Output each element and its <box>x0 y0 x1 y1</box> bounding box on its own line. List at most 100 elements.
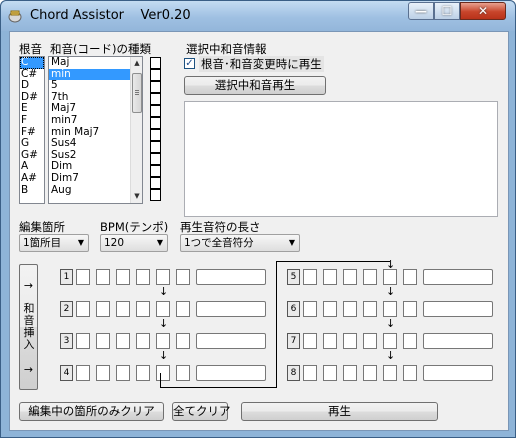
root-item[interactable]: C <box>20 57 44 69</box>
chord-name-slot[interactable] <box>196 269 266 285</box>
beat-slot[interactable] <box>116 333 130 349</box>
scroll-up-icon[interactable]: ▲ <box>131 57 142 70</box>
clear-all-button[interactable]: 全てクリア <box>172 402 231 421</box>
down-arrow-icon: ↓ <box>159 285 169 298</box>
auto-play-checkbox[interactable]: ✓ <box>184 58 195 69</box>
beat-slot[interactable] <box>383 365 397 381</box>
root-listbox[interactable]: C C# D D# E F F# G G# A A# B <box>19 56 45 204</box>
chord-type-item[interactable]: Maj <box>49 57 131 69</box>
bpm-select[interactable]: 120 ▼ <box>100 234 168 252</box>
indicator-cell <box>150 117 161 129</box>
beat-slot[interactable] <box>343 269 357 285</box>
root-item[interactable]: B <box>20 184 44 197</box>
beat-slot[interactable] <box>156 301 170 317</box>
beat-slot[interactable] <box>343 333 357 349</box>
beat-slot[interactable] <box>116 269 130 285</box>
root-item[interactable]: A# <box>20 172 44 185</box>
beat-slot[interactable] <box>363 269 377 285</box>
beat-slot[interactable] <box>116 301 130 317</box>
beat-slot[interactable] <box>76 333 90 349</box>
chord-type-item[interactable]: min7 <box>49 114 131 127</box>
maximize-icon: ☐ <box>441 4 453 18</box>
beat-slot[interactable] <box>96 333 110 349</box>
beat-slot[interactable] <box>156 269 170 285</box>
beat-slot[interactable] <box>176 333 190 349</box>
beat-slot[interactable] <box>383 333 397 349</box>
chord-type-item[interactable]: min <box>49 68 131 81</box>
beat-slot[interactable] <box>323 333 337 349</box>
root-item[interactable]: F <box>20 114 44 127</box>
chord-type-item[interactable]: Sus4 <box>49 138 131 150</box>
clear-current-button[interactable]: 編集中の箇所のみクリア <box>19 402 164 421</box>
beat-slot[interactable] <box>363 301 377 317</box>
beat-slot[interactable] <box>116 365 130 381</box>
beat-slot[interactable] <box>76 269 90 285</box>
dropdown-arrow-icon: ▼ <box>156 238 163 247</box>
chord-type-item[interactable]: Dim7 <box>49 172 131 185</box>
chord-name-slot[interactable] <box>423 333 493 349</box>
maximize-button[interactable]: ☐ <box>434 2 460 20</box>
beat-slot[interactable] <box>76 301 90 317</box>
beat-slot[interactable] <box>403 269 417 285</box>
auto-play-label: 根音･和音変更時に再生 <box>199 56 324 72</box>
beat-slot[interactable] <box>323 301 337 317</box>
beat-slot[interactable] <box>96 269 110 285</box>
root-item[interactable]: G <box>20 138 44 150</box>
beat-slot[interactable] <box>323 365 337 381</box>
beat-slot[interactable] <box>363 365 377 381</box>
chord-type-item[interactable]: Aug <box>49 184 131 197</box>
beat-slot[interactable] <box>383 269 397 285</box>
beat-slot[interactable] <box>343 301 357 317</box>
scroll-down-icon[interactable]: ▼ <box>131 190 142 203</box>
down-arrow-icon: ↓ <box>386 317 396 330</box>
beat-slot[interactable] <box>403 333 417 349</box>
beat-slot[interactable] <box>76 365 90 381</box>
beat-slot[interactable] <box>156 365 170 381</box>
beat-slot[interactable] <box>96 301 110 317</box>
indicator-cell <box>150 165 161 177</box>
scroll-thumb[interactable] <box>132 73 142 113</box>
beat-slot[interactable] <box>403 301 417 317</box>
insert-chord-button[interactable]: → 和音挿入 → <box>19 264 38 390</box>
beat-slot[interactable] <box>303 301 317 317</box>
beat-slot[interactable] <box>323 269 337 285</box>
beat-slot[interactable] <box>383 301 397 317</box>
chord-name-slot[interactable] <box>423 301 493 317</box>
dropdown-arrow-icon: ▼ <box>77 238 84 247</box>
title-bar[interactable]: Chord Assistor Ver0.20 — ☐ ✕ <box>1 1 515 31</box>
chord-name-slot[interactable] <box>423 365 493 381</box>
beat-slot[interactable] <box>156 333 170 349</box>
chord-list-scrollbar[interactable]: ▲ ▼ <box>130 57 142 203</box>
beat-slot[interactable] <box>176 269 190 285</box>
beat-slot[interactable] <box>136 301 150 317</box>
close-button[interactable]: ✕ <box>460 2 506 20</box>
note-length-select[interactable]: 1つで全音符分 ▼ <box>180 234 300 252</box>
edit-location-select[interactable]: 1箇所目 ▼ <box>19 234 89 252</box>
beat-slot[interactable] <box>96 365 110 381</box>
beat-slot[interactable] <box>403 365 417 381</box>
close-icon: ✕ <box>477 4 489 18</box>
beat-slot[interactable] <box>303 269 317 285</box>
beat-slot[interactable] <box>136 333 150 349</box>
beat-slot[interactable] <box>343 365 357 381</box>
slot-number: 7 <box>287 333 300 349</box>
beat-slot[interactable] <box>136 269 150 285</box>
play-button[interactable]: 再生 <box>241 402 438 421</box>
slot-number: 1 <box>60 269 73 285</box>
chord-info-textarea[interactable] <box>184 101 498 217</box>
beat-slot[interactable] <box>176 365 190 381</box>
chord-type-listbox[interactable]: Maj min 5 7th Maj7 min7 min Maj7 Sus4 Sus2 Dim Dim… <box>48 56 143 204</box>
beat-slot[interactable] <box>363 333 377 349</box>
chord-name-slot[interactable] <box>423 269 493 285</box>
chord-name-slot[interactable] <box>196 333 266 349</box>
chord-name-slot[interactable] <box>196 365 266 381</box>
beat-slot[interactable] <box>176 301 190 317</box>
minimize-button[interactable]: — <box>408 2 434 20</box>
indicator-cell <box>150 69 161 81</box>
play-selected-chord-button[interactable]: 選択中和音再生 <box>184 76 326 95</box>
beat-slot[interactable] <box>303 333 317 349</box>
edit-location-value: 1箇所目 <box>23 237 62 249</box>
beat-slot[interactable] <box>303 365 317 381</box>
chord-name-slot[interactable] <box>196 301 266 317</box>
beat-slot[interactable] <box>136 365 150 381</box>
